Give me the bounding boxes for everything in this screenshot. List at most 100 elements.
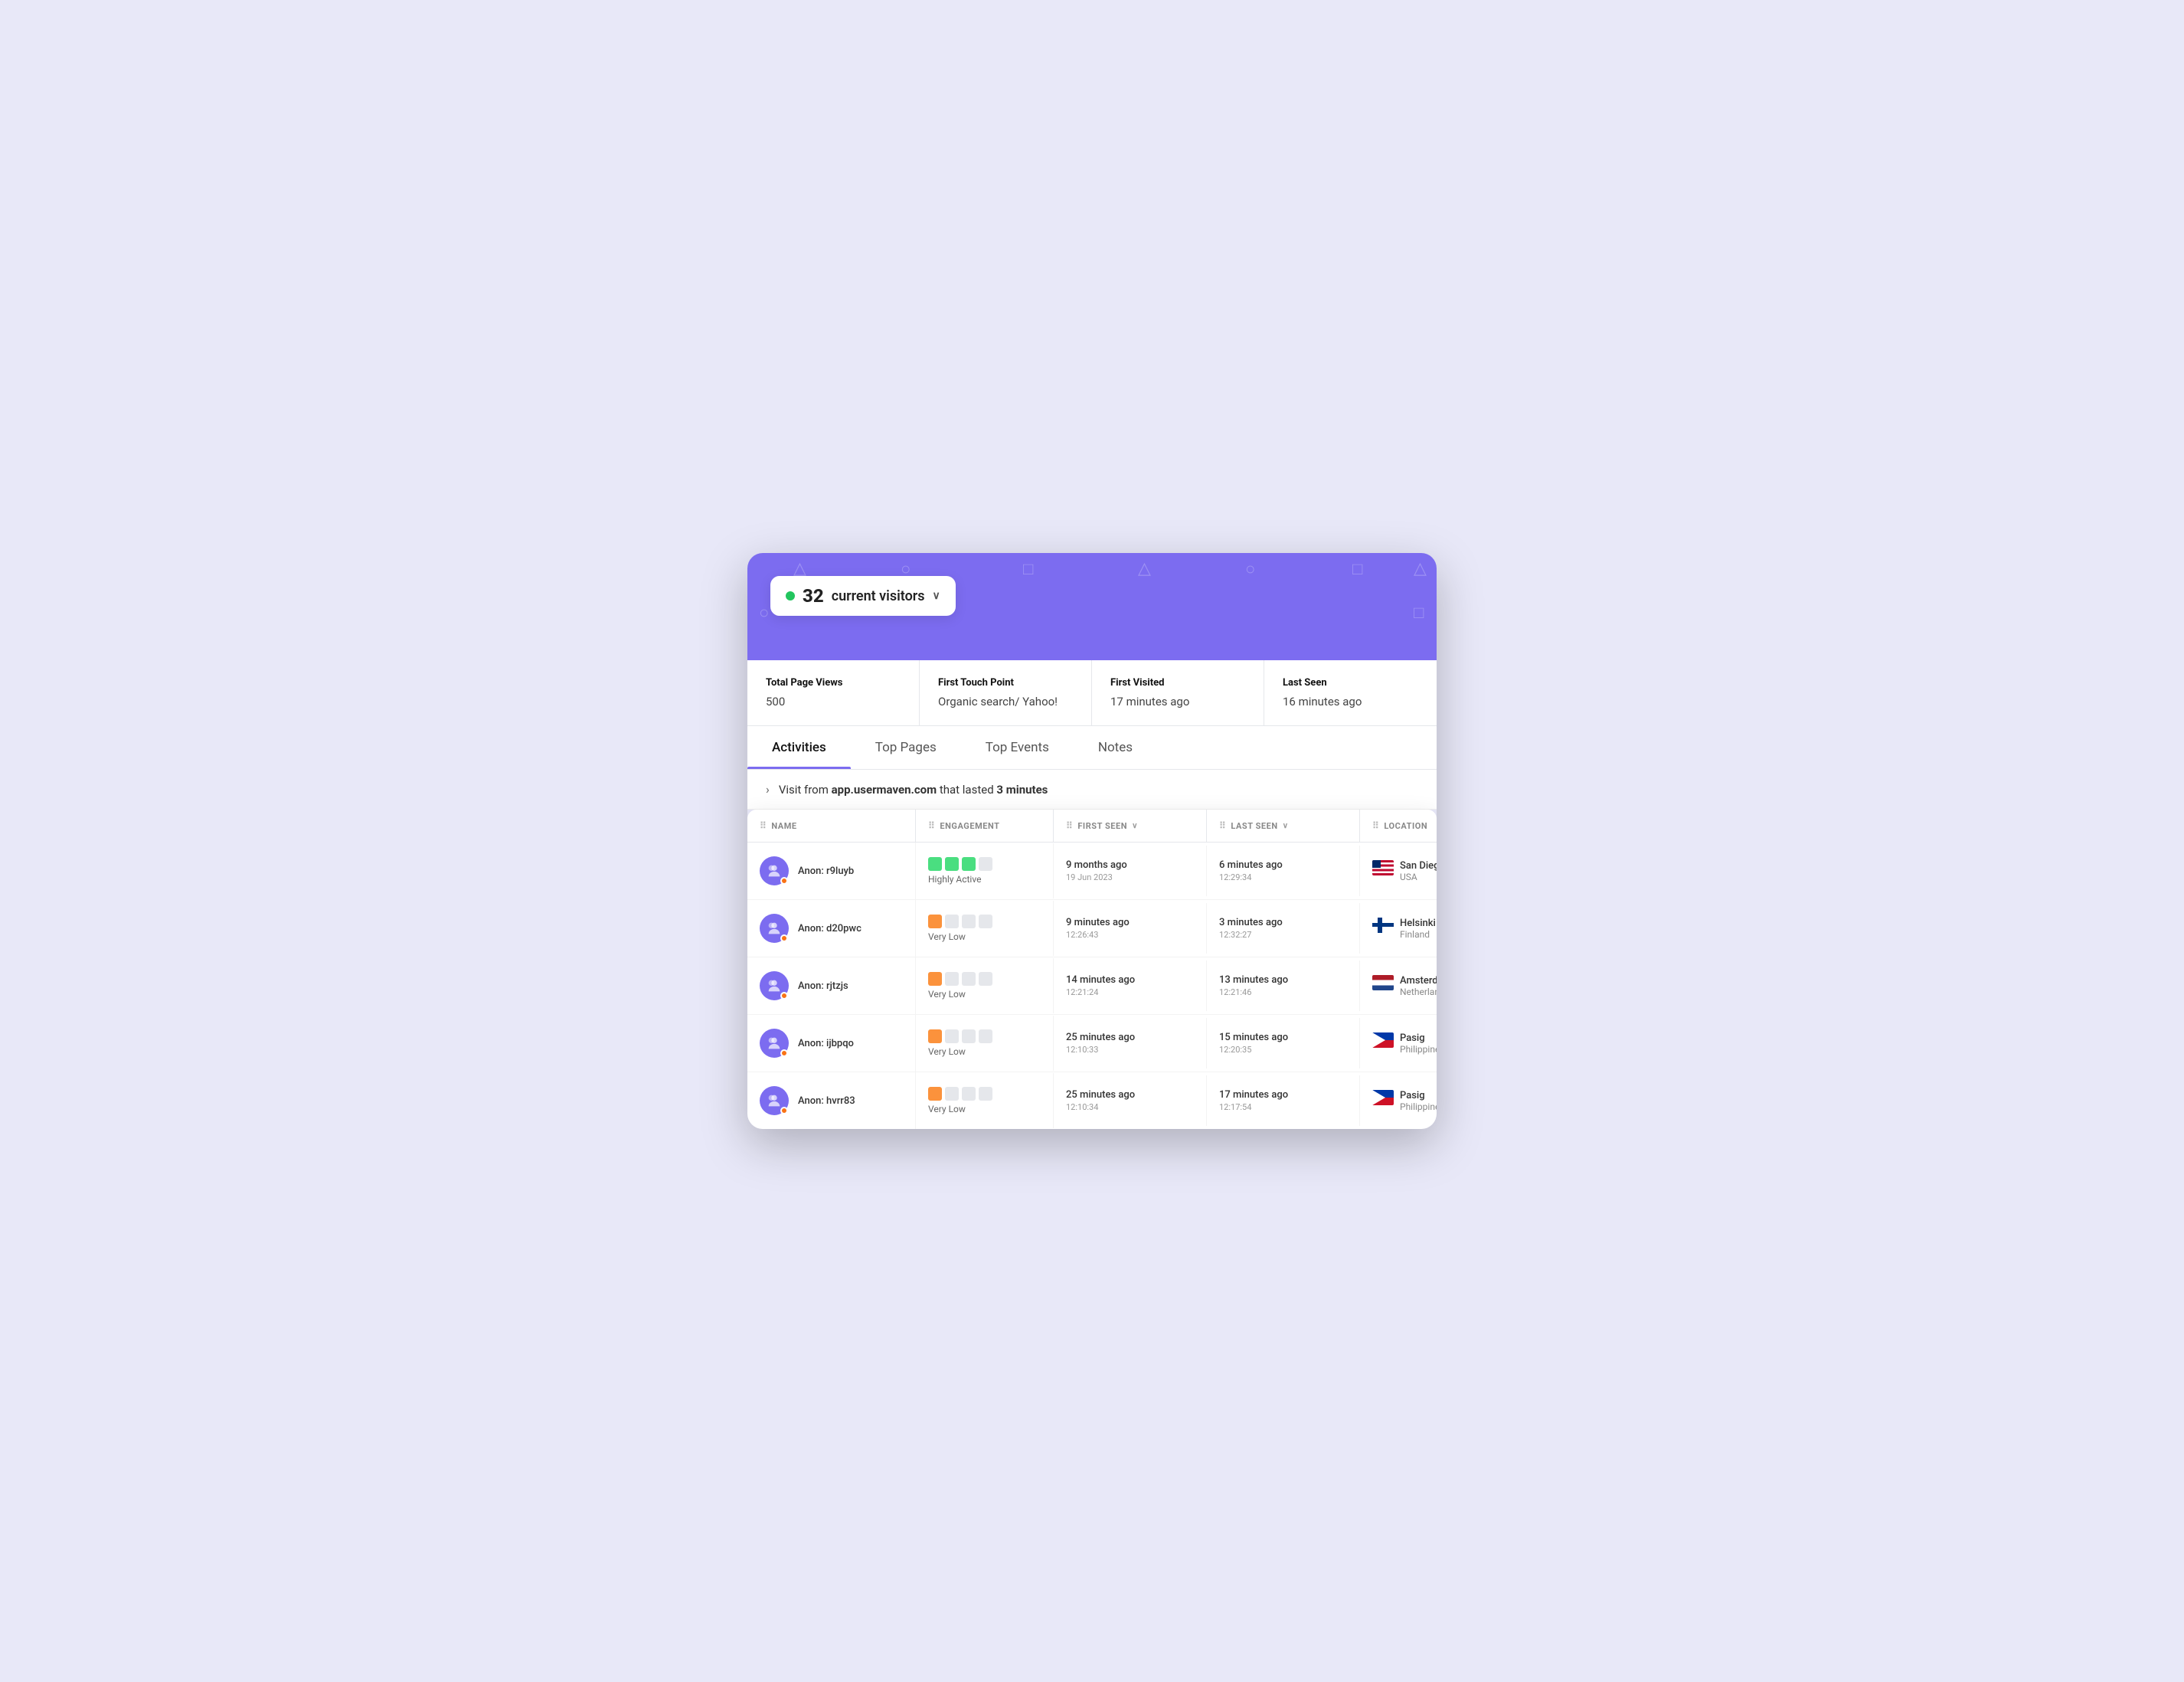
visitor-badge[interactable]: 32 current visitors ∨ [770,576,956,616]
engagement-cell: Highly Active [928,857,1041,885]
location-cell: AmsterdamNetherlands [1372,975,1437,997]
stats-row: Total Page Views 500 First Touch Point O… [747,660,1437,726]
table-row[interactable]: Anon: r9luybHighly Active9 months ago19 … [747,843,1437,900]
engagement-bar-1 [945,972,959,986]
avatar [760,1086,789,1115]
flag-philippines-icon [1372,1032,1394,1048]
bg-shape-4: △ [1138,559,1151,578]
td-name: Anon: rjtzjs [747,957,916,1014]
location-city: Pasig [1400,1090,1437,1101]
avatar-status-dot [780,992,788,1000]
location-city: Helsinki [1400,918,1436,929]
bg-shape-7: △ [1414,559,1427,578]
avatar-status-dot [780,1107,788,1114]
td-engagement: Very Low [916,1073,1054,1128]
engagement-bar-2 [962,1087,976,1101]
td-name: Anon: hvrr83 [747,1072,916,1129]
user-table: ⠿ NAME ⠿ ENGAGEMENT ⠿ FIRST SEEN ∨ ⠿ LAS… [747,810,1437,1129]
name-cell: Anon: hvrr83 [760,1086,903,1115]
user-name: Anon: ijbpqo [798,1038,854,1049]
chevron-right-icon: › [766,782,770,797]
location-text: San DiegoUSA [1400,860,1437,882]
td-first-seen: 25 minutes ago12:10:34 [1054,1075,1207,1126]
first-seen-rel: 14 minutes ago [1066,974,1194,986]
location-text: HelsinkiFinland [1400,918,1436,940]
table-body: Anon: r9luybHighly Active9 months ago19 … [747,843,1437,1129]
table-row[interactable]: Anon: rjtzjs Very Low 14 minutes ago12:21:… [747,957,1437,1015]
th-location-label: LOCATION [1384,821,1427,831]
visitor-count: 32 [803,585,824,607]
tabs-bar: Activities Top Pages Top Events Notes [747,726,1437,770]
bg-shape-6: □ [1352,559,1362,579]
tab-notes[interactable]: Notes [1074,726,1157,769]
first-seen-rel: 9 months ago [1066,859,1194,871]
td-engagement: Highly Active [916,843,1054,898]
location-country: Philippines [1400,1044,1437,1055]
app-wrapper: △ ○ □ △ ○ □ △ ○ □ 32 current visitors ∨ … [747,553,1437,1129]
engagement-bar-2 [962,972,976,986]
engagement-label: Very Low [928,989,1041,1000]
location-cell: HelsinkiFinland [1372,918,1437,940]
activity-row[interactable]: › Visit from app.usermaven.com that last… [747,770,1437,810]
first-seen-date: 12:21:24 [1066,987,1194,997]
stat-label-last-seen: Last Seen [1283,677,1418,689]
chevron-down-icon: ∨ [933,590,940,602]
engagement-bar-2 [962,915,976,928]
stat-value-last-seen: 16 minutes ago [1283,695,1418,708]
tab-top-events[interactable]: Top Events [961,726,1074,769]
engagement-bar-3 [979,1087,992,1101]
td-location: HelsinkiFinland [1360,904,1437,954]
location-city: San Diego [1400,860,1437,872]
name-cell: Anon: d20pwc [760,914,903,943]
last-seen-time: 12:20:35 [1219,1045,1347,1055]
td-name: Anon: d20pwc [747,900,916,957]
th-last-seen[interactable]: ⠿ LAST SEEN ∨ [1207,810,1360,842]
th-first-seen[interactable]: ⠿ FIRST SEEN ∨ [1054,810,1207,842]
location-cell: San DiegoUSA [1372,860,1437,882]
location-cell: PasigPhilippines [1372,1032,1437,1055]
td-first-seen: 25 minutes ago 12:10:33 [1054,1018,1207,1068]
grid-icon-last-seen: ⠿ [1219,820,1226,831]
first-seen-rel: 25 minutes ago [1066,1032,1194,1043]
location-country: Finland [1400,929,1436,940]
first-seen-rel: 9 minutes ago [1066,917,1194,928]
first-seen-date: 12:10:33 [1066,1045,1194,1055]
avatar-status-dot [780,934,788,942]
engagement-cell: Very Low [928,1029,1041,1057]
last-seen-time: 12:17:54 [1219,1102,1347,1112]
engagement-bar-3 [979,972,992,986]
bg-shape-9: □ [1414,603,1424,623]
table-row[interactable]: Anon: ijbpqo Very Low 25 minutes ago 12:10:… [747,1015,1437,1072]
td-location: PasigPhilippines [1360,1019,1437,1068]
visitor-label: current visitors [832,588,925,604]
location-city: Pasig [1400,1032,1437,1044]
stat-total-page-views: Total Page Views 500 [747,660,920,725]
engagement-label: Very Low [928,931,1041,942]
activity-duration: 3 minutes [996,783,1048,797]
th-first-seen-label: FIRST SEEN [1077,821,1127,831]
table-row[interactable]: Anon: d20pwc Very Low 9 minutes ago 12:26:4… [747,900,1437,957]
header-background: △ ○ □ △ ○ □ △ ○ □ 32 current visitors ∨ [747,553,1437,660]
last-seen-rel: 13 minutes ago [1219,974,1347,986]
engagement-bar-0 [928,1087,942,1101]
td-first-seen: 14 minutes ago12:21:24 [1054,960,1207,1011]
table-row[interactable]: Anon: hvrr83 Very Low25 minutes ago12:10:… [747,1072,1437,1129]
flag-netherlands-icon [1372,975,1394,990]
stat-label-page-views: Total Page Views [766,677,901,689]
location-country: Philippines [1400,1101,1437,1112]
first-seen-date: 12:26:43 [1066,930,1194,940]
grid-icon-location: ⠿ [1372,820,1379,831]
tab-top-pages[interactable]: Top Pages [851,726,961,769]
location-city: Amsterdam [1400,975,1437,987]
user-name: Anon: hvrr83 [798,1095,855,1107]
last-seen-rel: 3 minutes ago [1219,917,1347,928]
user-name: Anon: r9luyb [798,866,854,877]
location-cell: PasigPhilippines [1372,1090,1437,1112]
flag-usa-icon [1372,860,1394,875]
tab-activities[interactable]: Activities [747,726,851,769]
user-name: Anon: d20pwc [798,923,862,934]
grid-icon-first-seen: ⠿ [1066,820,1073,831]
location-country: Netherlands [1400,987,1437,997]
td-location: San DiegoUSA [1360,846,1437,896]
stat-value-page-views: 500 [766,695,901,708]
